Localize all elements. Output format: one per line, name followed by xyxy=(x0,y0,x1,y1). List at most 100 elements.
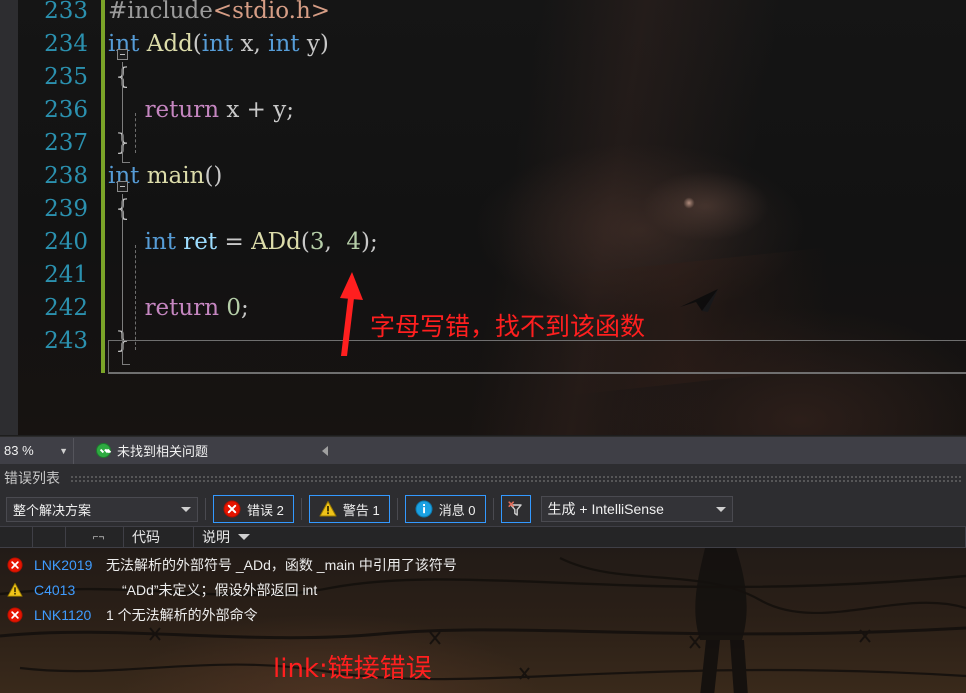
code-line[interactable]: { xyxy=(108,193,966,226)
error-code-cell[interactable]: LNK2019 xyxy=(30,557,106,573)
clear-filter-icon xyxy=(507,501,522,516)
error-icon xyxy=(223,500,241,518)
code-token: ( xyxy=(300,229,310,255)
error-description-cell: 无法解析的外部符号 _ADd，函数 _main 中引用了该符号 xyxy=(106,556,457,573)
severity-icon-cell xyxy=(0,606,30,623)
error-list-row[interactable]: LNK1120 1 个无法解析的外部命令 xyxy=(0,602,966,627)
code-token: { xyxy=(108,64,130,90)
error-description-cell: “ADd”未定义；假设外部返回 int xyxy=(122,581,318,598)
column-header-code-label: 代码 xyxy=(132,529,160,545)
code-line[interactable]: int Add(int x, int y) xyxy=(108,28,966,61)
collapse-region-234-icon[interactable] xyxy=(117,49,128,60)
code-token: ADd xyxy=(251,229,301,255)
error-list-rows[interactable]: LNK2019 无法解析的外部符号 _ADd，函数 _main 中引用了该符号 C4… xyxy=(0,548,966,693)
code-line[interactable]: int main() xyxy=(108,160,966,193)
annotation-code-note: 字母写错，找不到该函数 xyxy=(370,312,646,341)
column-header-description[interactable]: 说明 xyxy=(194,526,966,548)
warning-icon xyxy=(7,582,23,597)
pin-icon: ⌐¬ xyxy=(92,531,105,543)
annotation-link-note: link:链接错误 xyxy=(273,654,432,684)
error-code-cell[interactable]: LNK1120 xyxy=(30,607,106,623)
annotation-arrow-code xyxy=(340,272,363,356)
code-token: x, xyxy=(233,31,269,57)
build-filter-value: 生成 + IntelliSense xyxy=(547,501,664,517)
warning-count-label: 警告 1 xyxy=(342,502,380,518)
code-token: , xyxy=(324,229,347,255)
indent-guide-add xyxy=(135,113,136,153)
line-number: 242 xyxy=(44,295,88,321)
severity-icon-cell xyxy=(0,582,30,598)
outline-guide-main xyxy=(122,194,123,364)
toolbar-separator xyxy=(492,498,494,520)
error-list-row[interactable]: LNK2019 无法解析的外部符号 _ADd，函数 _main 中引用了该符号 xyxy=(0,552,966,577)
error-list-panel: 错误列表 整个解决方案 错误 2 警告 1 消息 0 生成 + IntelliS… xyxy=(0,464,966,693)
line-number-gutter: 232233234235236237238239240241242243 xyxy=(18,0,98,435)
code-token: ret xyxy=(183,229,218,255)
column-header-pin[interactable]: ⌐¬ xyxy=(66,526,124,548)
code-line[interactable]: } xyxy=(108,127,966,160)
chevron-down-icon xyxy=(715,506,726,512)
code-token: ( xyxy=(192,31,202,57)
error-icon xyxy=(7,606,23,623)
error-list-column-headers: ⌐¬ 代码 说明 xyxy=(0,526,966,548)
message-count-label: 消息 0 xyxy=(438,502,476,518)
code-token: 3 xyxy=(309,229,325,255)
code-line[interactable] xyxy=(108,259,966,292)
error-list-row[interactable]: C4013 “ADd”未定义；假设外部返回 int xyxy=(0,577,966,602)
code-line[interactable]: { xyxy=(108,61,966,94)
error-code-cell[interactable]: C4013 xyxy=(30,582,106,598)
code-token: ; xyxy=(241,295,249,321)
code-token: () xyxy=(204,163,223,189)
column-header-spacer xyxy=(0,526,33,548)
toolbar-separator xyxy=(205,498,206,520)
status-collapse-icon[interactable] xyxy=(322,446,328,456)
code-token: { xyxy=(108,196,130,222)
scope-filter-dropdown[interactable]: 整个解决方案 xyxy=(6,496,198,522)
clear-filter-button[interactable] xyxy=(500,495,531,523)
scope-filter-value: 整个解决方案 xyxy=(13,502,92,518)
code-token: int xyxy=(201,31,234,57)
error-list-toolbar: 整个解决方案 错误 2 警告 1 消息 0 生成 + IntelliSense xyxy=(0,492,966,526)
error-list-title-row: 错误列表 xyxy=(0,464,966,492)
column-header-icon xyxy=(33,526,66,548)
code-token: int xyxy=(268,31,300,57)
code-line[interactable]: int ret = ADd(3, 4); xyxy=(108,226,966,259)
error-icon xyxy=(7,556,23,573)
current-line-highlight xyxy=(108,340,966,373)
paper-plane-decoration xyxy=(680,289,718,312)
severity-icon-cell xyxy=(0,556,30,573)
code-token: ); xyxy=(361,229,378,255)
toolbar-separator xyxy=(300,498,302,520)
zoom-level-selector[interactable]: 83 % ▼ xyxy=(0,437,74,464)
line-number: 238 xyxy=(44,163,88,189)
sort-descending-icon xyxy=(238,534,250,540)
code-line[interactable]: #include<stdio.h> xyxy=(108,0,966,28)
toolbar-separator xyxy=(396,498,398,520)
warning-count-toggle[interactable]: 警告 1 xyxy=(308,495,390,523)
line-number: 236 xyxy=(44,97,88,123)
code-token: 4 xyxy=(346,229,362,255)
error-count-label: 错误 2 xyxy=(247,502,284,518)
error-count-toggle[interactable]: 错误 2 xyxy=(213,495,294,523)
code-token: 0 xyxy=(226,295,241,321)
build-filter-dropdown[interactable]: 生成 + IntelliSense xyxy=(540,496,733,522)
code-line[interactable]: return x + y; xyxy=(108,94,966,127)
line-number: 240 xyxy=(44,229,88,255)
message-count-toggle[interactable]: 消息 0 xyxy=(404,495,486,523)
warning-icon xyxy=(319,501,337,517)
code-editor[interactable]: 232233234235236237238239240241242243 #in… xyxy=(0,0,966,435)
line-number: 235 xyxy=(44,64,88,90)
indent-guide-main xyxy=(135,245,136,350)
error-description-cell: 1 个无法解析的外部命令 xyxy=(106,606,258,623)
error-list-title: 错误列表 xyxy=(4,470,60,486)
column-header-description-label: 说明 xyxy=(202,529,230,545)
collapse-region-238-icon[interactable] xyxy=(117,181,128,192)
code-token: } xyxy=(108,130,130,156)
line-number: 237 xyxy=(44,130,88,156)
line-number: 239 xyxy=(44,196,88,222)
column-header-code[interactable]: 代码 xyxy=(124,526,194,548)
code-token: return xyxy=(144,97,220,123)
code-token: = xyxy=(217,229,252,255)
